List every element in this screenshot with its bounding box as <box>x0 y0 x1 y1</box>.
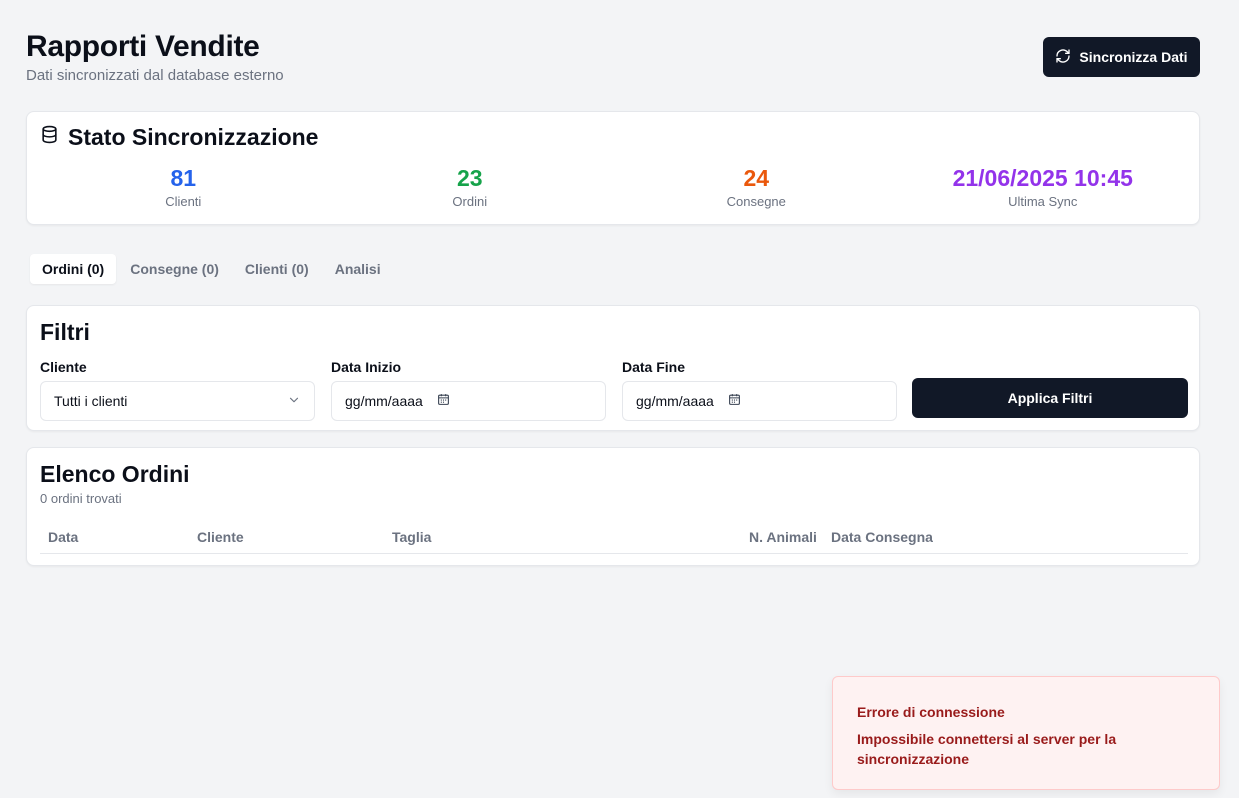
tab-analysis[interactable]: Analisi <box>323 254 393 284</box>
page-subtitle: Dati sincronizzati dal database esterno <box>26 67 284 84</box>
stat-value: 81 <box>170 165 197 191</box>
end-date-placeholder: gg/mm/aaaa <box>636 393 714 409</box>
chevron-down-icon <box>287 393 301 410</box>
page-header: Rapporti Vendite Dati sincronizzati dal … <box>26 30 284 84</box>
orders-card: Elenco Ordini 0 ordini trovati Data Clie… <box>26 447 1200 566</box>
filters-title: Filtri <box>40 319 90 345</box>
column-header-animals[interactable]: N. Animali <box>749 529 817 545</box>
stat-value: 24 <box>743 165 770 191</box>
tab-clients[interactable]: Clienti (0) <box>233 254 321 284</box>
stat-last-sync: 21/06/2025 10:45 Ultima Sync <box>900 164 1187 209</box>
stat-label: Consegne <box>726 194 786 209</box>
sync-status-title-text: Stato Sincronizzazione <box>68 124 319 150</box>
refresh-icon <box>1055 48 1071 67</box>
stat-deliveries: 24 Consegne <box>613 164 900 209</box>
calendar-icon[interactable] <box>728 393 741 409</box>
start-date-input[interactable]: gg/mm/aaaa <box>331 381 606 421</box>
end-date-input[interactable]: gg/mm/aaaa <box>622 381 897 421</box>
orders-title: Elenco Ordini <box>40 461 190 487</box>
sync-button-label: Sincronizza Dati <box>1079 49 1188 65</box>
column-header-delivery-date[interactable]: Data Consegna <box>831 529 933 545</box>
tab-deliveries[interactable]: Consegne (0) <box>118 254 231 284</box>
start-date-placeholder: gg/mm/aaaa <box>345 393 423 409</box>
toast-title: Errore di connessione <box>857 704 1005 720</box>
stat-label: Ordini <box>452 194 488 209</box>
tab-list: Ordini (0) Consegne (0) Clienti (0) Anal… <box>26 250 397 288</box>
client-select-value: Tutti i clienti <box>54 393 128 409</box>
stat-value: 21/06/2025 10:45 <box>952 165 1133 191</box>
client-select[interactable]: Tutti i clienti <box>40 381 315 421</box>
sync-data-button[interactable]: Sincronizza Dati <box>1043 37 1200 77</box>
calendar-icon[interactable] <box>437 393 450 409</box>
toast-message: Impossibile connettersi al server per la… <box>857 731 1117 767</box>
client-filter: Cliente Tutti i clienti <box>40 359 315 421</box>
sync-status-card: Stato Sincronizzazione 81 Clienti 23 Ord… <box>26 111 1200 225</box>
start-date-filter: Data Inizio gg/mm/aaaa <box>331 359 606 421</box>
stat-clients: 81 Clienti <box>40 164 327 209</box>
end-date-filter: Data Fine gg/mm/aaaa <box>622 359 897 421</box>
tab-orders[interactable]: Ordini (0) <box>30 254 117 284</box>
orders-table-header: Data Cliente Taglia N. Animali Data Cons… <box>40 526 1188 554</box>
column-header-size[interactable]: Taglia <box>392 529 431 545</box>
client-filter-label: Cliente <box>40 359 87 375</box>
stat-value: 23 <box>456 165 483 191</box>
stats-row: 81 Clienti 23 Ordini 24 Consegne 21/06/2… <box>27 164 1199 209</box>
apply-filters-button[interactable]: Applica Filtri <box>912 378 1188 418</box>
stat-label: Ultima Sync <box>1008 194 1078 209</box>
start-date-label: Data Inizio <box>331 359 402 375</box>
database-icon <box>40 124 59 151</box>
sync-status-title: Stato Sincronizzazione <box>40 124 318 151</box>
stat-orders: 23 Ordini <box>327 164 614 209</box>
column-header-date[interactable]: Data <box>48 529 78 545</box>
error-toast[interactable]: Errore di connessione Impossibile connet… <box>832 676 1220 790</box>
page-title: Rapporti Vendite <box>26 30 260 63</box>
column-header-client[interactable]: Cliente <box>197 529 244 545</box>
filters-card: Filtri Cliente Tutti i clienti Data Iniz… <box>26 305 1200 431</box>
end-date-label: Data Fine <box>622 359 686 375</box>
stat-label: Clienti <box>165 194 202 209</box>
orders-count: 0 ordini trovati <box>40 491 122 506</box>
